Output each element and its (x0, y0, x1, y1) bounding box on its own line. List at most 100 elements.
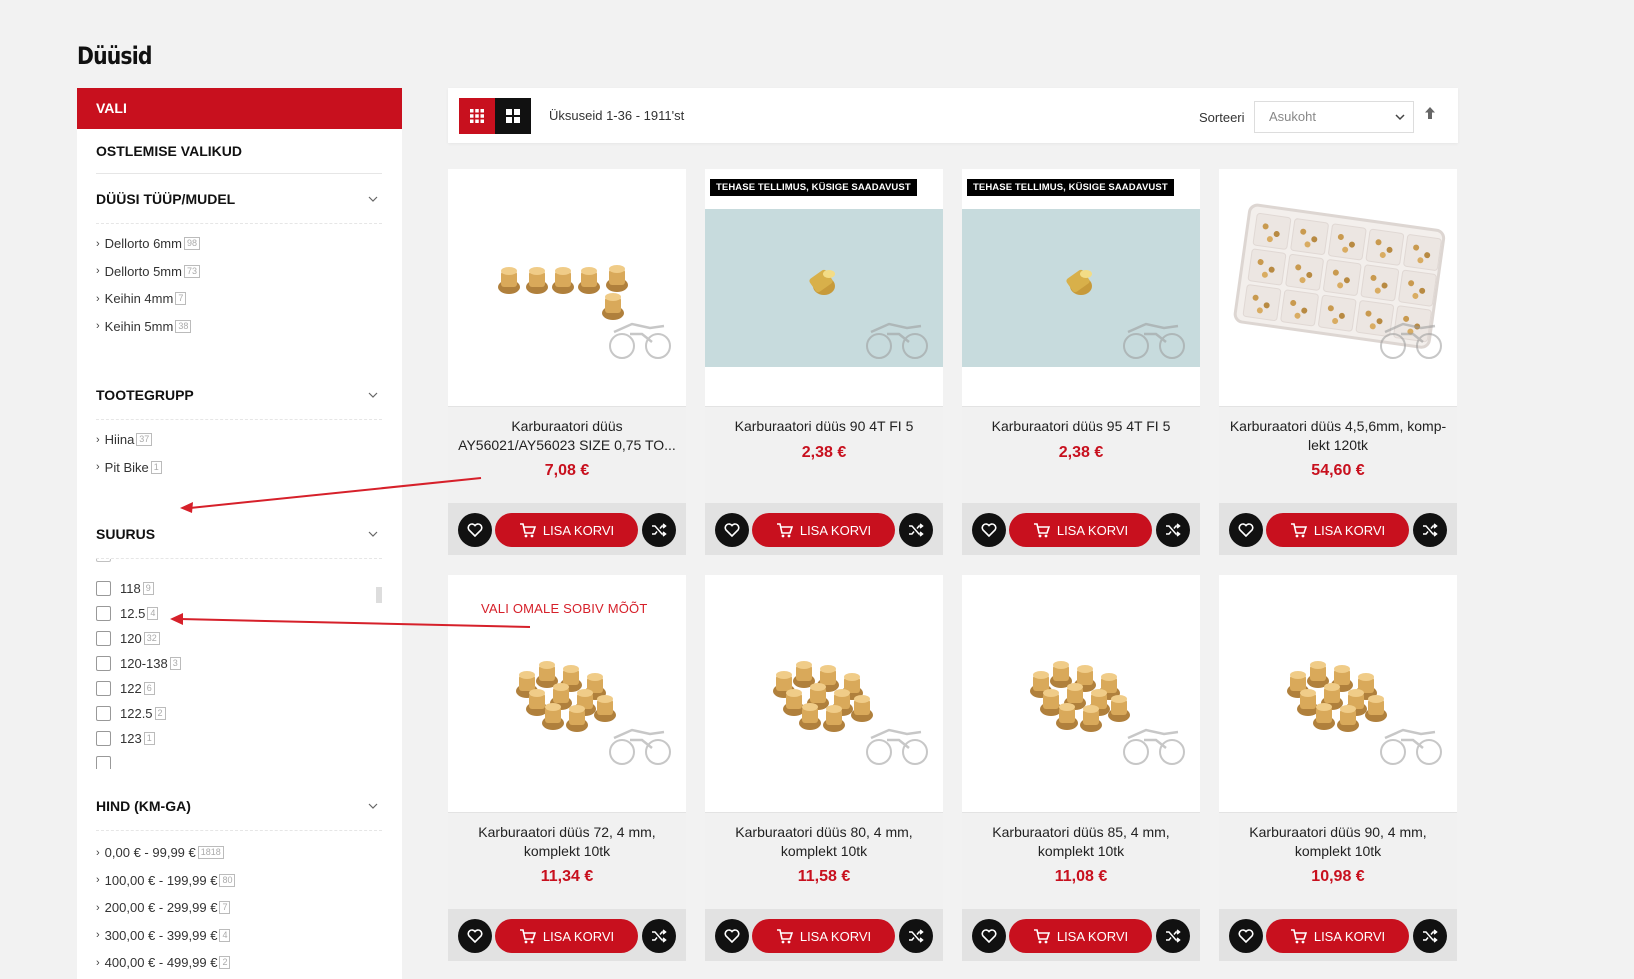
chevron-down-icon (368, 392, 378, 398)
product-image-container[interactable] (1219, 575, 1457, 813)
product-card[interactable]: Karburaatori düüs 4,5,6mm, komp-lekt 120… (1219, 169, 1457, 555)
compare-button[interactable] (1156, 919, 1190, 953)
filter-link[interactable]: › Dellorto 6mm 98 (96, 230, 382, 258)
heart-icon (467, 523, 483, 537)
size-checkbox-list[interactable]: 118 9 12.5 4 120 32 120-138 3 122 6 122.5 2 12… (96, 559, 382, 769)
product-name[interactable]: Karburaatori düüs 90, 4 mm, komplekt 10t… (1227, 823, 1449, 861)
checkbox[interactable] (96, 631, 111, 646)
product-image-container[interactable] (962, 575, 1200, 813)
filter-size-toggle[interactable]: SUURUS (96, 509, 382, 559)
wishlist-button[interactable] (972, 919, 1006, 953)
filter-link[interactable]: › 100,00 € - 199,99 €80 (96, 867, 382, 895)
checkbox[interactable] (96, 581, 111, 596)
product-name[interactable]: Karburaatori düüs 80, 4 mm, komplekt 10t… (713, 823, 935, 861)
cart-icon (776, 522, 793, 537)
product-card[interactable]: Karburaatori düüs 80, 4 mm, komplekt 10t… (705, 575, 943, 961)
compare-button[interactable] (642, 919, 676, 953)
sort-select[interactable]: Asukoht (1254, 101, 1414, 133)
wishlist-button[interactable] (715, 513, 749, 547)
product-name[interactable]: Karburaatori düüs 95 4T FI 5 (970, 417, 1192, 436)
wishlist-button[interactable] (458, 513, 492, 547)
product-name[interactable]: Karburaatori düüs 85, 4 mm, komplekt 10t… (970, 823, 1192, 861)
product-card[interactable]: Karburaatori düüs 90, 4 mm, komplekt 10t… (1219, 575, 1457, 961)
checkbox[interactable] (96, 731, 111, 746)
chevron-down-icon (368, 196, 378, 202)
product-actions: LISA KORVI (705, 503, 943, 555)
compare-button[interactable] (899, 513, 933, 547)
compare-button[interactable] (642, 513, 676, 547)
filter-count: 32 (143, 632, 160, 645)
filter-link[interactable]: › Keihin 5mm 38 (96, 313, 382, 341)
compare-button[interactable] (899, 919, 933, 953)
compare-button[interactable] (1156, 513, 1190, 547)
size-option[interactable]: 12.5 4 (96, 606, 159, 621)
checkbox[interactable] (96, 681, 111, 696)
filter-count: 4 (219, 928, 231, 942)
size-option[interactable]: 122 6 (96, 681, 155, 696)
size-option[interactable]: 120 32 (96, 631, 160, 646)
checkbox[interactable] (96, 656, 111, 671)
checkbox[interactable] (96, 706, 111, 721)
size-option[interactable]: 122.5 2 (96, 706, 166, 721)
scrollbar-thumb[interactable] (376, 587, 382, 603)
sort-direction-arrow-icon[interactable] (1424, 106, 1436, 120)
product-image-container[interactable]: TEHASE TELLIMUS, KÜSIGE SAADAVUST (705, 169, 943, 407)
filter-product-group-toggle[interactable]: TOOTEGRUPP (96, 370, 382, 420)
checkbox[interactable] (96, 606, 111, 621)
size-option[interactable]: 123 1 (96, 731, 155, 746)
filter-link[interactable]: › Keihin 4mm 7 (96, 285, 382, 313)
product-name[interactable]: Karburaatori düüs 90 4T FI 5 (713, 417, 935, 436)
filter-count: 37 (136, 433, 153, 447)
filter-type-model-toggle[interactable]: DÜÜSI TÜÜP/MUDEL (96, 174, 382, 224)
grid-view-button[interactable] (459, 98, 495, 134)
filter-link[interactable]: › 0,00 € - 99,99 €1818 (96, 839, 382, 867)
wishlist-button[interactable] (1229, 919, 1263, 953)
wishlist-button[interactable] (1229, 513, 1263, 547)
add-to-cart-button[interactable]: LISA KORVI (1266, 919, 1409, 953)
add-to-cart-button[interactable]: LISA KORVI (495, 513, 638, 547)
list-view-button[interactable] (495, 98, 531, 134)
filter-link[interactable]: › Hiina 37 (96, 426, 382, 454)
product-name[interactable]: Karburaatori düüs 72, 4 mm, komplekt 10t… (456, 823, 678, 861)
add-to-cart-button[interactable]: LISA KORVI (1009, 919, 1152, 953)
filter-link[interactable]: › 300,00 € - 399,99 €4 (96, 922, 382, 950)
product-image-container[interactable] (1219, 169, 1457, 407)
add-to-cart-button[interactable]: LISA KORVI (752, 919, 895, 953)
product-toolbar: Üksuseid 1-36 - 1911'st Sorteeri Asukoht (448, 88, 1458, 143)
product-name[interactable]: Karburaatori düüs AY56021/AY56023 SIZE 0… (456, 417, 678, 455)
filter-price-toggle[interactable]: HIND (KM-GA) (96, 769, 382, 831)
product-name[interactable]: Karburaatori düüs 4,5,6mm, komp-lekt 120… (1227, 417, 1449, 455)
product-image-container[interactable] (448, 169, 686, 407)
product-card[interactable]: TEHASE TELLIMUS, KÜSIGE SAADAVUST Karbur… (705, 169, 943, 555)
heart-icon (981, 929, 997, 943)
filter-count: 73 (183, 264, 200, 278)
product-price: 2,38 € (801, 444, 847, 461)
add-to-cart-button[interactable]: LISA KORVI (1266, 513, 1409, 547)
add-to-cart-button[interactable]: LISA KORVI (752, 513, 895, 547)
size-option[interactable]: 118 9 (96, 581, 154, 596)
filter-link[interactable]: › 400,00 € - 499,99 €2 (96, 949, 382, 977)
size-option[interactable]: 120-138 3 (96, 656, 181, 671)
product-actions: LISA KORVI (1219, 909, 1457, 961)
add-to-cart-button[interactable]: LISA KORVI (495, 919, 638, 953)
filter-count: 80 (219, 873, 236, 887)
product-image-container[interactable]: TEHASE TELLIMUS, KÜSIGE SAADAVUST (962, 169, 1200, 407)
product-card[interactable]: Karburaatori düüs 72, 4 mm, komplekt 10t… (448, 575, 686, 961)
product-card[interactable]: Karburaatori düüs AY56021/AY56023 SIZE 0… (448, 169, 686, 555)
product-actions: LISA KORVI (705, 909, 943, 961)
wishlist-button[interactable] (458, 919, 492, 953)
product-image-container[interactable] (705, 575, 943, 813)
chevron-right-icon: › (96, 320, 100, 333)
filter-link[interactable]: › 200,00 € - 299,99 €7 (96, 894, 382, 922)
filter-link[interactable]: › Dellorto 5mm 73 (96, 258, 382, 286)
cart-icon (1290, 522, 1307, 537)
wishlist-button[interactable] (972, 513, 1006, 547)
product-card[interactable]: TEHASE TELLIMUS, KÜSIGE SAADAVUST Karbur… (962, 169, 1200, 555)
product-card[interactable]: Karburaatori düüs 85, 4 mm, komplekt 10t… (962, 575, 1200, 961)
compare-button[interactable] (1413, 919, 1447, 953)
filter-link[interactable]: › Pit Bike 1 (96, 454, 382, 482)
wishlist-button[interactable] (715, 919, 749, 953)
compare-button[interactable] (1413, 513, 1447, 547)
add-to-cart-button[interactable]: LISA KORVI (1009, 513, 1152, 547)
add-to-cart-label: LISA KORVI (1313, 928, 1386, 944)
